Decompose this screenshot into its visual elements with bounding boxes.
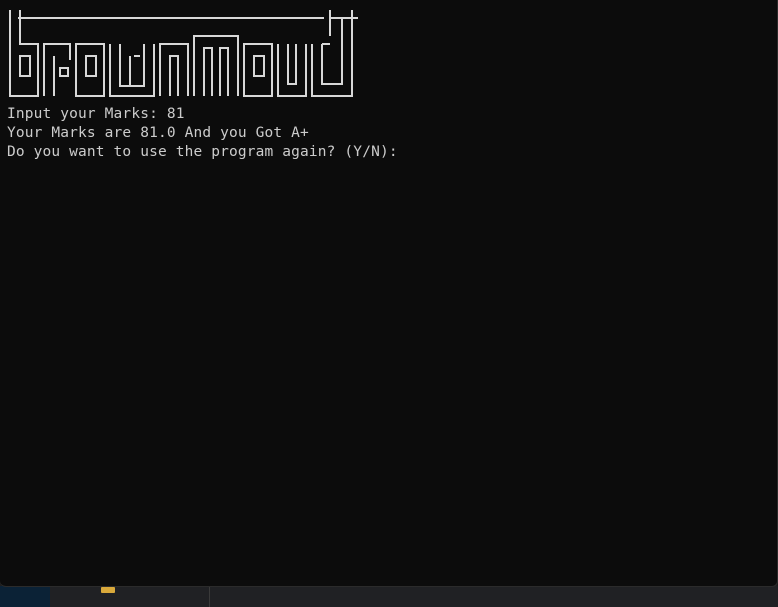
ascii-art-banner [8, 8, 360, 100]
terminal-output: Input your Marks: 81 Your Marks are 81.0 … [7, 105, 407, 162]
banner-logo [9, 10, 358, 97]
again-prompt-line[interactable]: Do you want to use the program again? (Y… [7, 143, 407, 162]
taskbar [0, 586, 778, 607]
result-line: Your Marks are 81.0 And you Got A+ [7, 125, 309, 141]
input-marks-prompt: Input your Marks: [7, 106, 167, 122]
taskbar-divider [209, 586, 210, 607]
input-marks-value: 81 [166, 106, 185, 122]
terminal-window[interactable]: Input your Marks: 81 Your Marks are 81.0 … [0, 0, 778, 587]
folder-icon [101, 587, 115, 593]
input-marks-line: Input your Marks: 81 [7, 105, 407, 124]
taskbar-start-area [0, 586, 50, 607]
